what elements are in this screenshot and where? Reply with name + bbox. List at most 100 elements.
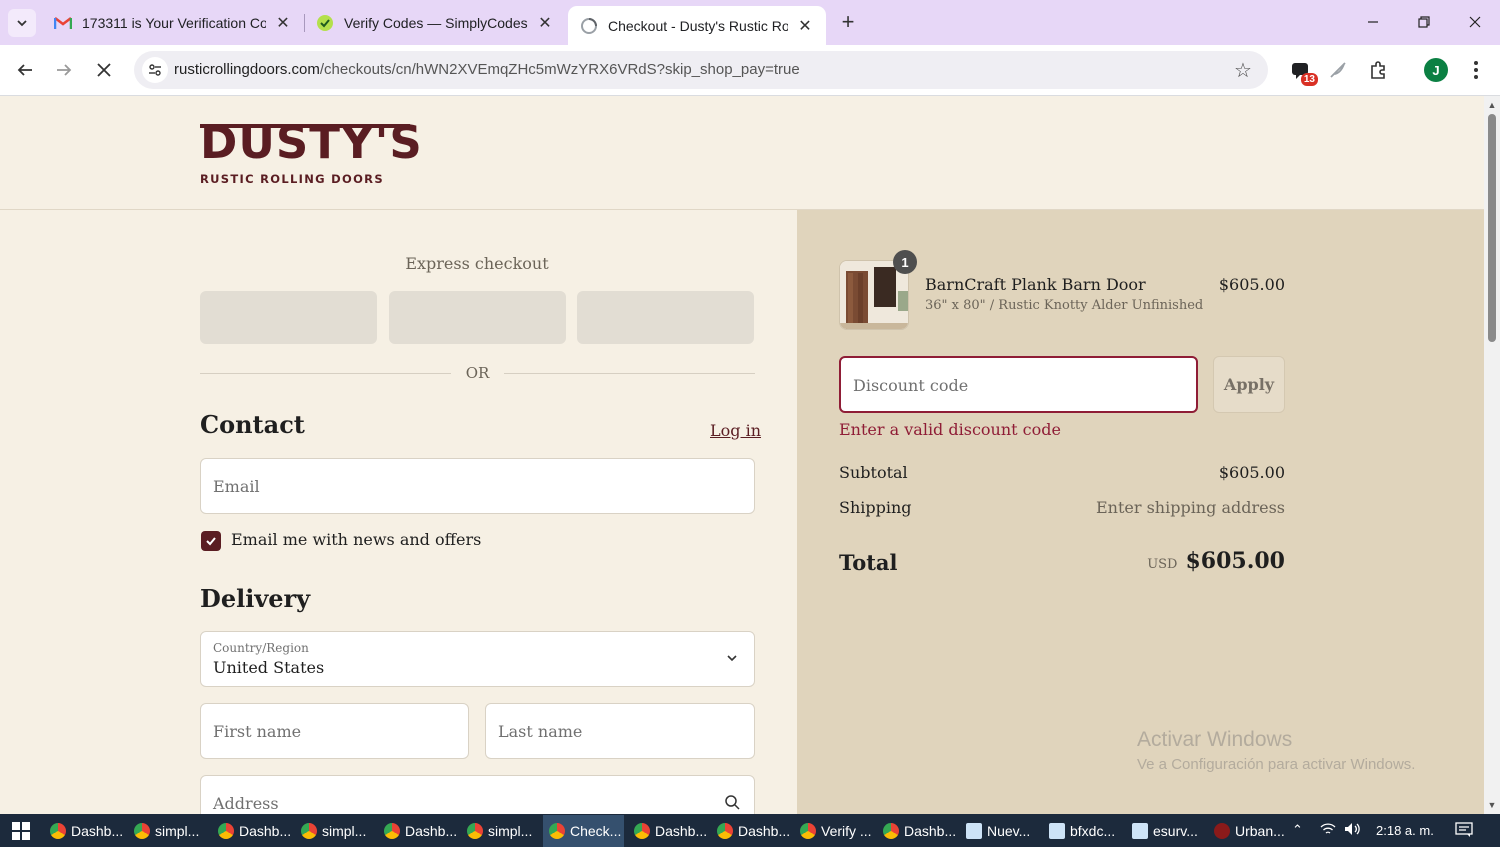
tab-checkout[interactable]: Checkout - Dusty's Rustic Rolling ✕ bbox=[568, 6, 826, 45]
apply-discount-button[interactable]: Apply bbox=[1213, 356, 1285, 413]
taskbar-item-label: Urban... bbox=[1235, 823, 1285, 839]
close-icon[interactable]: ✕ bbox=[796, 17, 814, 35]
taskbar-item-label: Dashb... bbox=[738, 823, 791, 839]
close-window-button[interactable] bbox=[1452, 6, 1498, 38]
browser-menu-button[interactable] bbox=[1462, 56, 1490, 84]
wifi-icon[interactable] bbox=[1320, 822, 1336, 839]
taskbar-item[interactable]: esurv... bbox=[1126, 815, 1207, 847]
notifications-icon[interactable] bbox=[1455, 822, 1473, 841]
close-icon bbox=[1469, 16, 1481, 28]
address-placeholder: Address bbox=[213, 794, 279, 813]
order-summary: 1 BarnCraft Plank Barn Door 36" x 80" / … bbox=[797, 210, 1484, 814]
taskbar-item[interactable]: bfxdc... bbox=[1043, 815, 1124, 847]
subtotal-label: Subtotal bbox=[839, 463, 908, 482]
taskbar-item[interactable]: Dashb... bbox=[711, 815, 792, 847]
tab-gmail[interactable]: 173311 is Your Verification Code ✕ bbox=[42, 6, 304, 40]
chrome-icon bbox=[134, 823, 150, 839]
page-scrollbar[interactable]: ▲ ▼ bbox=[1484, 96, 1500, 814]
kebab-menu-icon bbox=[1474, 61, 1478, 79]
total-amount: USD $605.00 bbox=[1065, 548, 1285, 574]
store-logo[interactable]: DUSTY'S RUSTIC ROLLING DOORS bbox=[200, 120, 422, 188]
extension-button[interactable] bbox=[1324, 56, 1352, 84]
site-header: DUSTY'S RUSTIC ROLLING DOORS bbox=[0, 96, 1484, 210]
chrome-icon bbox=[717, 823, 733, 839]
tab-search-button[interactable] bbox=[8, 9, 36, 37]
extensions-menu-button[interactable] bbox=[1364, 56, 1392, 84]
chevron-down-icon bbox=[17, 20, 27, 27]
notepad-icon bbox=[966, 823, 982, 839]
close-icon[interactable]: ✕ bbox=[274, 14, 292, 32]
stop-loading-button[interactable] bbox=[89, 55, 119, 85]
browser-tabstrip: 173311 is Your Verification Code ✕ Verif… bbox=[0, 0, 1500, 45]
taskbar-item[interactable]: Check... bbox=[543, 815, 624, 847]
taskbar-item[interactable]: simpl... bbox=[461, 815, 542, 847]
taskbar-item[interactable]: simpl... bbox=[295, 815, 376, 847]
scroll-up-icon[interactable]: ▲ bbox=[1487, 100, 1497, 110]
chrome-icon bbox=[467, 823, 483, 839]
taskbar-item-label: Dashb... bbox=[655, 823, 708, 839]
taskbar-item[interactable]: Dashb... bbox=[628, 815, 709, 847]
first-name-field[interactable]: First name bbox=[200, 703, 469, 759]
volume-icon[interactable] bbox=[1344, 822, 1362, 839]
search-icon bbox=[725, 795, 740, 810]
express-pay-button-3[interactable] bbox=[577, 291, 754, 344]
checkmark-icon bbox=[206, 537, 216, 546]
divider-left bbox=[200, 373, 451, 374]
bookmark-star-icon[interactable]: ☆ bbox=[1232, 59, 1254, 82]
new-tab-button[interactable]: + bbox=[835, 10, 861, 36]
taskbar-item[interactable]: simpl... bbox=[128, 815, 209, 847]
discount-code-input[interactable]: Discount code bbox=[839, 356, 1198, 413]
address-bar[interactable]: rusticrollingdoors.com/checkouts/cn/hWN2… bbox=[134, 51, 1268, 89]
taskbar-item-label: bfxdc... bbox=[1070, 823, 1116, 839]
close-icon[interactable]: ✕ bbox=[536, 14, 554, 32]
minimize-icon bbox=[1368, 21, 1378, 23]
country-select[interactable]: Country/Region United States bbox=[200, 631, 755, 687]
taskbar-item-label: simpl... bbox=[322, 823, 367, 839]
product-name: BarnCraft Plank Barn Door bbox=[925, 275, 1146, 294]
login-link[interactable]: Log in bbox=[710, 421, 761, 440]
email-placeholder: Email bbox=[213, 477, 260, 496]
express-pay-button-1[interactable] bbox=[200, 291, 377, 344]
chrome-icon bbox=[301, 823, 317, 839]
close-icon bbox=[97, 63, 111, 77]
chrome-icon bbox=[800, 823, 816, 839]
scroll-thumb[interactable] bbox=[1488, 114, 1496, 342]
forward-button[interactable] bbox=[49, 55, 79, 85]
taskbar-item[interactable]: Nuev... bbox=[960, 815, 1041, 847]
taskbar-item[interactable]: Dashb... bbox=[212, 815, 293, 847]
watermark-line-1: Activar Windows bbox=[1137, 728, 1293, 751]
restore-button[interactable] bbox=[1401, 6, 1447, 38]
discount-error-message: Enter a valid discount code bbox=[839, 420, 1061, 439]
taskbar-item[interactable]: Verify ... bbox=[794, 815, 875, 847]
newsletter-checkbox[interactable] bbox=[201, 531, 221, 551]
windows-start-button[interactable] bbox=[6, 819, 36, 843]
minimize-button[interactable] bbox=[1350, 6, 1396, 38]
total-value: $605.00 bbox=[1185, 548, 1285, 574]
windows-logo-icon bbox=[12, 822, 30, 840]
back-arrow-icon bbox=[17, 64, 32, 76]
chevron-up-icon[interactable]: ⌃ bbox=[1292, 822, 1303, 838]
last-name-field[interactable]: Last name bbox=[485, 703, 755, 759]
browser-toolbar: rusticrollingdoors.com/checkouts/cn/hWN2… bbox=[0, 45, 1500, 96]
address-field[interactable]: Address bbox=[200, 775, 755, 814]
chrome-icon bbox=[883, 823, 899, 839]
notepad-icon bbox=[1132, 823, 1148, 839]
tab-title: Checkout - Dusty's Rustic Rolling bbox=[608, 17, 788, 34]
taskbar-item[interactable]: Dashb... bbox=[877, 815, 958, 847]
site-info-icon[interactable] bbox=[142, 57, 168, 83]
puzzle-icon bbox=[1371, 61, 1385, 79]
email-field[interactable]: Email bbox=[200, 458, 755, 514]
taskbar-clock[interactable]: 2:18 a. m. bbox=[1376, 823, 1434, 838]
taskbar-item[interactable]: Dashb... bbox=[44, 815, 125, 847]
product-variant: 36" x 80" / Rustic Knotty Alder Unfinish… bbox=[925, 298, 1204, 313]
scroll-down-icon[interactable]: ▼ bbox=[1487, 800, 1497, 810]
profile-avatar[interactable]: J bbox=[1424, 58, 1448, 82]
extension-chat-button[interactable]: 13 bbox=[1286, 56, 1318, 86]
chrome-icon bbox=[634, 823, 650, 839]
back-button[interactable] bbox=[10, 55, 40, 85]
taskbar-item[interactable]: Urban... bbox=[1208, 815, 1289, 847]
total-currency: USD bbox=[1147, 557, 1178, 572]
express-pay-button-2[interactable] bbox=[389, 291, 566, 344]
tab-simplycodes[interactable]: Verify Codes — SimplyCodes ✕ bbox=[304, 6, 566, 40]
taskbar-item[interactable]: Dashb... bbox=[378, 815, 459, 847]
